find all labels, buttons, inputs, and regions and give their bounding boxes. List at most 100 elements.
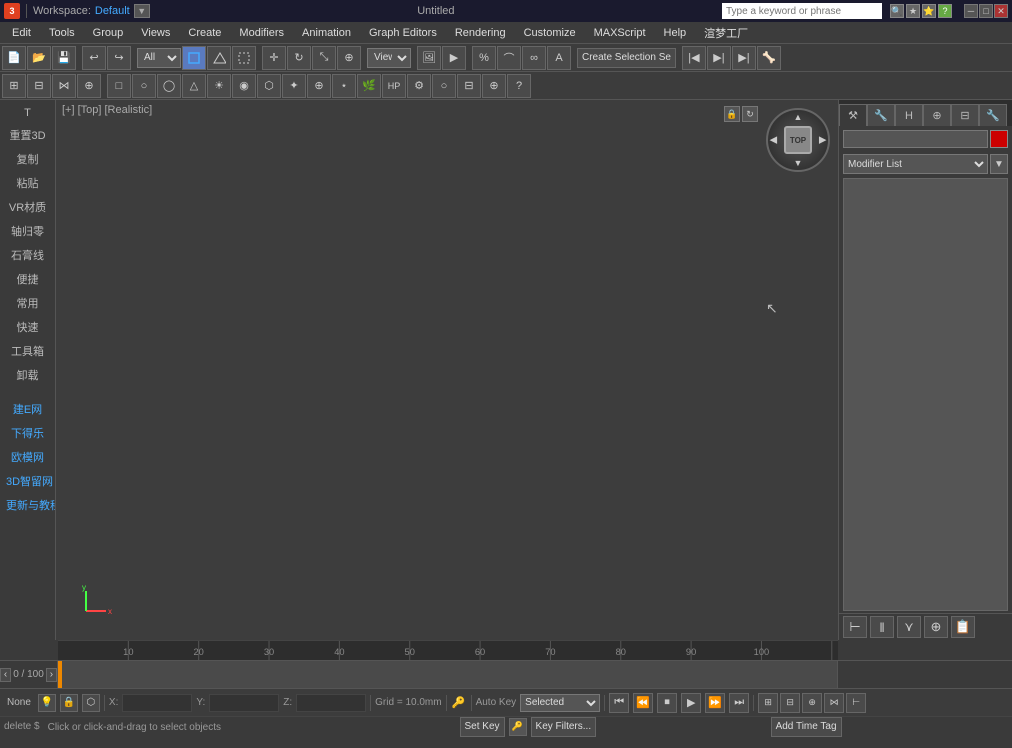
tb2-geo[interactable]: ⬡ (257, 74, 281, 98)
loop-button[interactable]: ∞ (522, 46, 546, 70)
left-item-axis[interactable]: 轴归零 (2, 220, 53, 242)
search-icon[interactable]: 🔍 (890, 4, 904, 18)
left-item-jiane[interactable]: 建E网 (2, 398, 53, 420)
color-swatch[interactable] (990, 130, 1008, 148)
create-selection-button[interactable]: Create Selection Se (577, 48, 676, 68)
tb2-array[interactable]: ⊕ (77, 74, 101, 98)
search-input[interactable] (722, 3, 882, 19)
viewport-gizmo[interactable]: ▲ ▼ ◀ ▶ TOP (766, 108, 830, 172)
menu-group[interactable]: Group (85, 25, 132, 41)
rpanel-tab-motion[interactable]: ⊕ (923, 104, 951, 126)
left-item-reset3d[interactable]: 重置3D (2, 124, 53, 146)
viewport-rotate-icon[interactable]: ↻ (742, 106, 758, 122)
rpanel-tab-hierarchy[interactable]: H (895, 104, 923, 126)
star-icon[interactable]: ⭐ (922, 4, 936, 18)
left-item-unload[interactable]: 卸载 (2, 364, 53, 386)
tb2-omni[interactable]: ◉ (232, 74, 256, 98)
tb2-help[interactable]: ? (507, 74, 531, 98)
menu-customize[interactable]: Customize (516, 25, 584, 41)
question-icon[interactable]: ? (938, 4, 952, 18)
left-item-fast[interactable]: 快速 (2, 316, 53, 338)
bone-icon[interactable]: 🦴 (757, 46, 781, 70)
timeline-next-button[interactable]: › (46, 668, 57, 682)
menu-custom[interactable]: 渲梦工厂 (696, 23, 756, 43)
left-item-shortcut[interactable]: 便捷 (2, 268, 53, 290)
tb2-grid[interactable]: ⊟ (457, 74, 481, 98)
left-item-t[interactable]: T (2, 104, 53, 122)
playback-stop-button[interactable]: ⏹ (657, 693, 677, 713)
curve-button[interactable]: ⌒ (497, 46, 521, 70)
tb2-hp[interactable]: HP (382, 74, 406, 98)
type-button[interactable]: A (547, 46, 571, 70)
menu-modifiers[interactable]: Modifiers (231, 25, 292, 41)
close-button[interactable]: ✕ (994, 4, 1008, 18)
menu-help[interactable]: Help (656, 25, 695, 41)
add-time-tag-button[interactable]: Add Time Tag (771, 717, 842, 737)
minimize-button[interactable]: ─ (964, 4, 978, 18)
tb2-circle[interactable]: ○ (432, 74, 456, 98)
object-name-input[interactable] (843, 130, 988, 148)
view-select[interactable]: View (367, 48, 411, 68)
window-crossing-button[interactable] (232, 46, 256, 70)
tb2-quad[interactable]: ⊟ (27, 74, 51, 98)
modifier-list-select[interactable]: Modifier List (843, 154, 988, 174)
y-input[interactable] (209, 694, 279, 712)
next-frame-button[interactable]: ▶| (732, 46, 756, 70)
placement-button[interactable]: ⊕ (337, 46, 361, 70)
playback-prev-button[interactable]: ⏪ (633, 693, 653, 713)
maximize-button[interactable]: □ (979, 4, 993, 18)
key-icon[interactable]: 🔑 (451, 694, 467, 712)
render-frame-button[interactable]: 🖼 (417, 46, 441, 70)
playback-play-button[interactable]: ▶ (681, 693, 701, 713)
playback-extra1[interactable]: ⊞ (758, 693, 778, 713)
left-item-common[interactable]: 常用 (2, 292, 53, 314)
prev-frame-button[interactable]: |◀ (682, 46, 706, 70)
left-item-vrmaterial[interactable]: VR材质 (2, 196, 53, 218)
tb2-star[interactable]: ✦ (282, 74, 306, 98)
redo-button[interactable]: ↪ (107, 46, 131, 70)
left-item-paste[interactable]: 粘贴 (2, 172, 53, 194)
status-light-icon[interactable]: 💡 (38, 694, 56, 712)
bookmark-icon[interactable]: ★ (906, 4, 920, 18)
tb2-merge[interactable]: ⊕ (307, 74, 331, 98)
status-select-icon[interactable]: ⬡ (82, 694, 100, 712)
play-button[interactable]: ▶| (707, 46, 731, 70)
menu-create[interactable]: Create (180, 25, 229, 41)
rpanel-tab-display[interactable]: ⊟ (951, 104, 979, 126)
key-filters-button[interactable]: Key Filters... (531, 717, 597, 737)
playback-extra5[interactable]: ⊢ (846, 693, 866, 713)
rpanel-tab-create[interactable]: ⚒ (839, 104, 867, 126)
viewport[interactable]: [+] [Top] [Realistic] ▲ ▼ ◀ ▶ TOP 🔒 ↻ x … (56, 100, 838, 640)
playback-extra2[interactable]: ⊟ (780, 693, 800, 713)
tb2-sphere[interactable]: ○ (132, 74, 156, 98)
save-button[interactable]: 💾 (52, 46, 76, 70)
new-button[interactable]: 📄 (2, 46, 26, 70)
rbb-pause-button[interactable]: ‖ (870, 616, 894, 638)
menu-tools[interactable]: Tools (41, 25, 83, 41)
select-object-button[interactable] (182, 46, 206, 70)
timeline-track[interactable] (58, 661, 838, 688)
open-button[interactable]: 📂 (27, 46, 51, 70)
x-input[interactable] (122, 694, 192, 712)
workspace-dropdown[interactable]: ▼ (134, 4, 150, 18)
tb2-layers[interactable]: ⊞ (2, 74, 26, 98)
tb2-cone[interactable]: △ (182, 74, 206, 98)
percent-button[interactable]: % (472, 46, 496, 70)
tb2-cylinder[interactable]: ◯ (157, 74, 181, 98)
rotate-button[interactable]: ↻ (287, 46, 311, 70)
rpanel-tab-utils[interactable]: 🔧 (979, 104, 1007, 126)
playback-last-button[interactable]: ⏭ (729, 693, 749, 713)
menu-rendering[interactable]: Rendering (447, 25, 514, 41)
quick-render-button[interactable]: ▶ (442, 46, 466, 70)
timeline-prev-button[interactable]: ‹ (0, 668, 11, 682)
left-item-toolbox[interactable]: 工具箱 (2, 340, 53, 362)
playback-first-button[interactable]: ⏮ (609, 693, 629, 713)
select-move-button[interactable]: ✛ (262, 46, 286, 70)
status-lock-icon[interactable]: 🔒 (60, 694, 78, 712)
rbb-pin-button[interactable]: ⊢ (843, 616, 867, 638)
menu-views[interactable]: Views (133, 25, 178, 41)
left-item-update[interactable]: 更新与教程 (2, 494, 53, 516)
tb2-systems[interactable]: ⋆ (332, 74, 356, 98)
left-item-oumow[interactable]: 欧模网 (2, 446, 53, 468)
rbb-fork-button[interactable]: ⋎ (897, 616, 921, 638)
